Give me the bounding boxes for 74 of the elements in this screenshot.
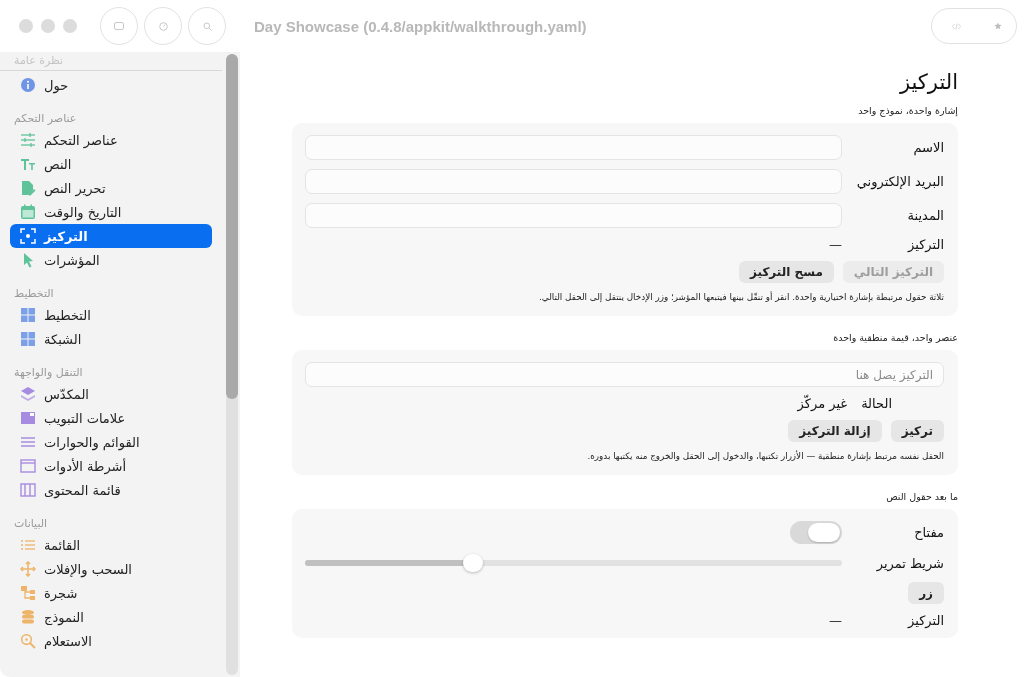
section-caption: إشارة واحدة، نموذج واحد <box>857 105 958 116</box>
calendar-icon <box>20 204 36 220</box>
sidebar-item[interactable]: علامات التبويب <box>10 406 212 430</box>
list-icon <box>20 537 36 553</box>
sidebar-item[interactable]: التركيز <box>10 224 212 248</box>
field-label: البريد الإلكتروني <box>855 174 944 189</box>
input-field[interactable] <box>305 169 842 194</box>
field-label: التركيز <box>906 613 944 628</box>
push-button[interactable]: إزالة التركيز <box>788 420 882 442</box>
focus-icon <box>20 228 36 244</box>
window-title: Day Showcase (0.4.8/appkit/walkthrough.yaml) <box>254 17 588 35</box>
clock-icon <box>158 21 168 31</box>
section-caption: عنصر واحد، قيمة منطقية واحدة <box>832 332 958 343</box>
page-title: التركيز <box>898 70 958 94</box>
push-button[interactable]: زر <box>908 582 944 604</box>
sidebar-item[interactable]: القوائم والحوارات <box>10 430 212 454</box>
sidebar-icon <box>114 22 124 30</box>
sidebar-item[interactable]: النص <box>10 152 212 176</box>
sidebar-item[interactable]: عناصر التحكم <box>10 128 212 152</box>
sidebar-item[interactable]: تحرير النص <box>10 176 212 200</box>
sidebar-item[interactable]: الاستعلام <box>10 629 212 653</box>
sidebar-item[interactable]: التخطيط <box>10 303 212 327</box>
sidebar-toggle-button[interactable] <box>100 7 138 45</box>
move-icon <box>20 561 36 577</box>
timer-button[interactable] <box>144 7 182 45</box>
lines-icon <box>20 434 36 450</box>
sidebar-item[interactable]: التاريخ والوقت <box>10 200 212 224</box>
slider[interactable] <box>305 553 842 573</box>
sidebar-item[interactable]: أشرطة الأدوات <box>10 454 212 478</box>
minimize-button[interactable] <box>41 19 55 33</box>
input-field[interactable] <box>305 203 842 228</box>
sidebar-section-header: التخطيط <box>13 286 55 302</box>
field-label: التركيز <box>906 237 944 252</box>
description-text: الحقل نفسه مرتبط بإشارة منطقية — الأزرار تكتبها، والدخول إلى الحقل والخروج منه يكتبها بدوره. <box>586 451 944 461</box>
sidebar-section-header: عناصر التحكم <box>13 111 78 127</box>
toggle-switch[interactable] <box>790 521 842 544</box>
sidebar-item[interactable]: قائمة المحتوى <box>10 478 212 502</box>
description-text: ثلاثة حقول مرتبطة بإشارة اختيارية واحدة. انقر أو تنقّل بينها فيتبعها المؤشر؛ وزر الإدخال ينتقل إلى الحقل التالي. <box>538 292 944 302</box>
sidebar-item[interactable]: السحب والإفلات <box>10 557 212 581</box>
sidebar-item[interactable]: المؤشرات <box>10 248 212 272</box>
sidebar-item[interactable]: الشبكة <box>10 327 212 351</box>
section-caption: ما بعد حقول النص <box>885 491 958 502</box>
columns-icon <box>20 482 36 498</box>
input-field[interactable]: التركيز يصل هنا <box>305 362 944 387</box>
sidebar-item[interactable]: القائمة <box>10 533 212 557</box>
star-icon <box>994 22 1002 30</box>
sidebar-section-header: التنقل والواجهة <box>13 365 84 381</box>
sidebar-item[interactable]: حول <box>10 73 212 97</box>
value-text: غير مركّز <box>797 396 848 411</box>
sidebar-item[interactable]: النموذج <box>10 605 212 629</box>
close-button[interactable] <box>19 19 33 33</box>
field-label: المدينة <box>906 208 944 223</box>
push-button[interactable]: مسح التركيز <box>739 261 834 283</box>
sidebar-item[interactable]: المكدّس <box>10 382 212 406</box>
layers-icon <box>20 386 36 402</box>
field-label: الاسم <box>912 140 944 155</box>
scrollbar[interactable] <box>226 54 238 675</box>
search-button[interactable] <box>188 7 226 45</box>
search-icon <box>20 633 36 649</box>
field-label: مفتاح <box>913 525 944 540</box>
push-button[interactable]: تركيز <box>890 420 944 442</box>
scrollbar-thumb[interactable] <box>226 54 238 399</box>
zoom-button[interactable] <box>63 19 77 33</box>
sidebar-item[interactable]: شجرة <box>10 581 212 605</box>
sliders-icon <box>20 132 36 148</box>
value-text: — <box>829 237 842 252</box>
window-icon <box>20 458 36 474</box>
field-label: شريط تمرير <box>875 555 944 571</box>
code-icon <box>952 22 961 30</box>
value-text: — <box>829 613 842 628</box>
sidebar-section-header: البيانات <box>13 516 49 532</box>
input-field[interactable] <box>305 135 842 160</box>
field-label: الحالة <box>861 396 892 411</box>
search-icon <box>202 21 212 31</box>
